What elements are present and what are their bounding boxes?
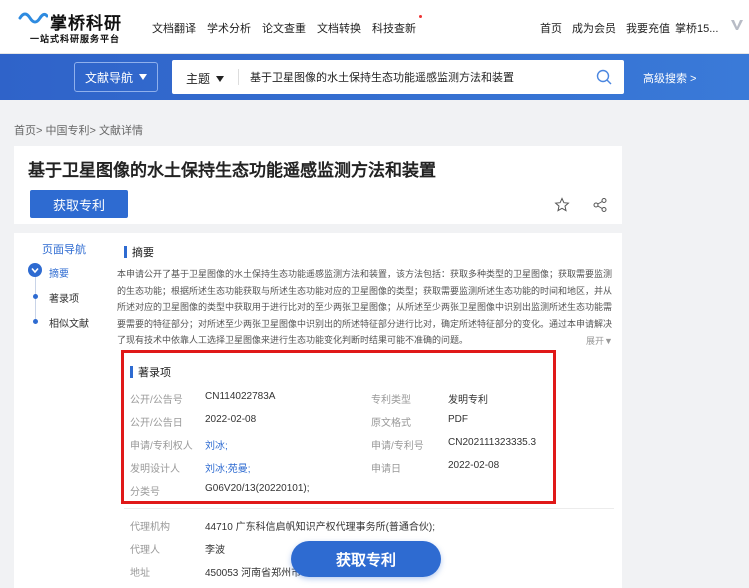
label-address: 地址 <box>130 568 150 579</box>
value-app-no: CN202111323335.3 <box>448 437 537 448</box>
advanced-search-link[interactable]: 高级搜索 > <box>643 70 696 86</box>
logo-mark-icon <box>18 12 48 24</box>
abstract-text: 本申请公开了基于卫星图像的水土保持生态功能遥感监测方法和装置，该方法包括：获取多… <box>117 269 613 346</box>
bibliographic-heading-label: 著录项 <box>138 367 171 379</box>
value-applicant-link[interactable]: 刘冰; <box>205 437 228 452</box>
abstract-heading: 摘要 <box>124 244 154 260</box>
search-scope-select[interactable]: 主题 <box>186 70 225 87</box>
search-divider <box>238 69 239 85</box>
page-nav-abstract[interactable]: 摘要 <box>49 265 69 280</box>
expand-link[interactable]: 展开▼ <box>584 334 613 347</box>
value-classification: G06V20/13(20220101); <box>205 483 310 494</box>
caret-down-icon <box>139 74 147 80</box>
abstract-heading-label: 摘要 <box>132 247 154 259</box>
top-right-links: 首页 成为会员 我要充值 <box>540 20 670 36</box>
value-address: 450053 河南省郑州市 <box>205 568 302 579</box>
label-classification: 分类号 <box>130 487 160 498</box>
active-nav-marker-icon <box>28 263 42 277</box>
page-nav-dot <box>33 294 38 299</box>
logo-name: 掌桥科研 <box>50 14 122 33</box>
value-app-date: 2022-02-08 <box>448 460 500 471</box>
link-home[interactable]: 首页 <box>540 20 562 36</box>
label-app-date: 申请日 <box>371 464 401 475</box>
top-header: 掌桥科研 一站式科研服务平台 文档翻译 学术分析 论文查重 文档转换 科技查新 … <box>0 0 749 54</box>
value-original-format: PDF <box>448 414 468 425</box>
link-become-member[interactable]: 成为会员 <box>572 20 616 36</box>
new-dot-icon <box>419 15 422 18</box>
label-agent: 代理人 <box>130 545 160 556</box>
title-card: 基于卫星图像的水土保持生态功能遥感监测方法和装置 获取专利 <box>14 146 622 224</box>
nav-academic-analysis[interactable]: 学术分析 <box>207 20 251 36</box>
nav-doc-convert[interactable]: 文档转换 <box>317 20 361 36</box>
search-box: 主题 <box>172 60 624 94</box>
label-original-format: 原文格式 <box>371 418 411 429</box>
value-agency: 44710 广东科信启帆知识产权代理事务所(普通合伙); <box>205 522 436 533</box>
top-nav: 文档翻译 学术分析 论文查重 文档转换 科技查新 <box>152 15 422 36</box>
label-applicant: 申请/专利权人 <box>130 441 193 452</box>
get-patent-floating-button[interactable]: 获取专利 <box>291 541 441 577</box>
value-agent: 李波 <box>205 545 225 556</box>
label-app-no: 申请/专利号 <box>371 441 424 452</box>
page-nav-bibliographic[interactable]: 著录项 <box>49 290 79 305</box>
value-patent-type: 发明专利 <box>448 395 488 406</box>
user-name[interactable]: 掌桥15... <box>675 20 718 36</box>
label-inventor: 发明设计人 <box>130 464 180 475</box>
nav-novelty-search-label: 科技查新 <box>372 23 416 35</box>
search-scope-label: 主题 <box>186 72 211 86</box>
get-patent-button[interactable]: 获取专利 <box>30 190 128 218</box>
star-icon[interactable] <box>554 197 570 213</box>
search-input[interactable] <box>250 68 580 86</box>
search-band: 文献导航 主题 高级搜索 > <box>0 54 749 100</box>
breadcrumb[interactable]: 首页> 中国专利> 文献详情 <box>14 122 143 138</box>
literature-nav-button[interactable]: 文献导航 <box>74 62 158 92</box>
nav-novelty-search[interactable]: 科技查新 <box>372 15 422 36</box>
bibliographic-heading: 著录项 <box>130 364 171 380</box>
page-nav-dot <box>33 319 38 324</box>
share-icon[interactable] <box>592 197 608 213</box>
label-patent-type: 专利类型 <box>371 395 411 406</box>
section-bar <box>130 366 133 378</box>
highlight-box <box>121 350 556 504</box>
search-icon[interactable] <box>596 69 612 85</box>
section-divider <box>124 508 614 509</box>
nav-doc-translate[interactable]: 文档翻译 <box>152 20 196 36</box>
literature-nav-label: 文献导航 <box>84 70 133 85</box>
site-logo[interactable]: 掌桥科研 一站式科研服务平台 <box>18 6 138 46</box>
label-pub-no: 公开/公告号 <box>130 395 183 406</box>
value-pub-date: 2022-02-08 <box>205 414 257 425</box>
nav-plagiarism-check[interactable]: 论文查重 <box>262 20 306 36</box>
logo-slogan: 一站式科研服务平台 <box>30 34 121 44</box>
label-agency: 代理机构 <box>130 522 170 533</box>
link-recharge[interactable]: 我要充值 <box>626 20 670 36</box>
page-nav-similar[interactable]: 相似文献 <box>49 315 89 330</box>
value-pub-no: CN114022783A <box>205 391 276 402</box>
page-nav-title: 页面导航 <box>42 244 86 256</box>
vip-icon[interactable] <box>730 18 744 32</box>
caret-down-icon <box>216 75 225 82</box>
label-pub-date: 公开/公告日 <box>130 418 183 429</box>
value-inventor-link[interactable]: 刘冰;苑曼; <box>205 460 251 475</box>
page-title: 基于卫星图像的水土保持生态功能遥感监测方法和装置 <box>28 161 436 180</box>
section-bar <box>124 246 127 258</box>
